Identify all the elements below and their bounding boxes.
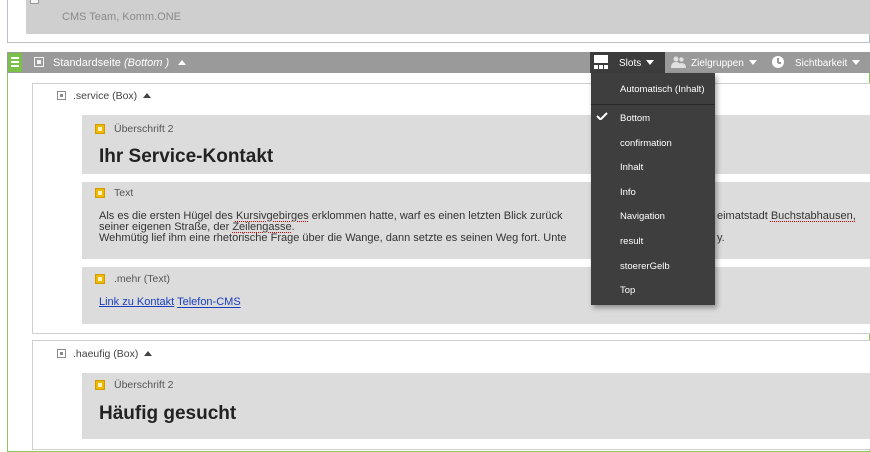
- zielgruppen-button[interactable]: Zielgruppen: [691, 58, 757, 69]
- check-icon: [596, 112, 608, 120]
- element-checkbox[interactable]: [95, 274, 105, 284]
- element-checkbox[interactable]: [95, 188, 105, 198]
- menu-item-confirmation[interactable]: confirmation: [620, 138, 672, 149]
- element-checkbox[interactable]: [30, 0, 39, 4]
- paragraph-line: eimatstadt Buchstabhausen,: [717, 210, 856, 222]
- heading-text: Häufig gesucht: [99, 403, 237, 424]
- box-label-text: .haeufig (Box): [73, 348, 139, 360]
- collapse-icon[interactable]: [178, 60, 187, 65]
- service-box-label[interactable]: .service (Box): [73, 90, 152, 102]
- slots-icon: [594, 55, 608, 69]
- paragraph-line: Wehmütig lief ihm eine rhetorische Frage…: [99, 232, 567, 244]
- menu-item-bottom[interactable]: Bottom: [620, 113, 650, 124]
- haeufig-box-label[interactable]: .haeufig (Box): [73, 348, 153, 360]
- box-checkbox[interactable]: [57, 91, 66, 100]
- page-checkbox[interactable]: [34, 57, 44, 67]
- heading-text: Ihr Service-Kontakt: [99, 146, 274, 167]
- element-checkbox[interactable]: [95, 124, 105, 134]
- paragraph-line: y.: [717, 232, 725, 244]
- menu-item-navigation[interactable]: Navigation: [620, 211, 665, 222]
- menu-item-inhalt[interactable]: Inhalt: [620, 162, 643, 173]
- slots-label: Slots: [619, 58, 642, 69]
- drag-handle-icon[interactable]: [8, 53, 22, 72]
- sichtbarkeit-button[interactable]: Sichtbarkeit: [795, 58, 861, 69]
- clock-icon: [772, 56, 784, 68]
- collapse-icon[interactable]: [144, 351, 153, 356]
- chevron-down-icon: [646, 60, 655, 65]
- menu-item-automatisch[interactable]: Automatisch (Inhalt): [620, 84, 704, 95]
- menu-item-top[interactable]: Top: [620, 285, 635, 296]
- people-icon: [671, 56, 686, 68]
- slots-button[interactable]: Slots: [619, 58, 655, 69]
- page-title[interactable]: Standardseite (Bottom ): [53, 57, 187, 69]
- collapse-icon[interactable]: [143, 93, 152, 98]
- sichtbarkeit-label: Sichtbarkeit: [795, 58, 848, 69]
- links-line: Link zu Kontakt Telefon-CMS: [99, 297, 241, 308]
- box-checkbox[interactable]: [57, 349, 66, 358]
- page-type: Standardseite: [53, 57, 121, 69]
- author-text: CMS Team, Komm.ONE: [62, 11, 181, 23]
- element-type-label: .mehr (Text): [114, 273, 171, 285]
- chevron-down-icon: [852, 60, 861, 65]
- chevron-down-icon: [748, 60, 757, 65]
- box-label-text: .service (Box): [73, 90, 138, 102]
- phone-link[interactable]: Telefon-CMS: [177, 296, 241, 308]
- menu-divider: [591, 104, 715, 105]
- menu-item-result[interactable]: result: [620, 236, 643, 247]
- menu-item-stoerergelb[interactable]: stoererGelb: [620, 261, 670, 272]
- page-slot: (Bottom ): [123, 57, 170, 69]
- element-checkbox[interactable]: [95, 380, 105, 390]
- contact-link[interactable]: Link zu Kontakt: [99, 296, 174, 308]
- element-type-label: Überschrift 2: [114, 379, 174, 391]
- zielgruppen-label: Zielgruppen: [691, 58, 744, 69]
- element-type-label: Text: [114, 187, 134, 199]
- element-type-label: Überschrift 2: [114, 123, 174, 135]
- menu-item-info[interactable]: Info: [620, 187, 636, 198]
